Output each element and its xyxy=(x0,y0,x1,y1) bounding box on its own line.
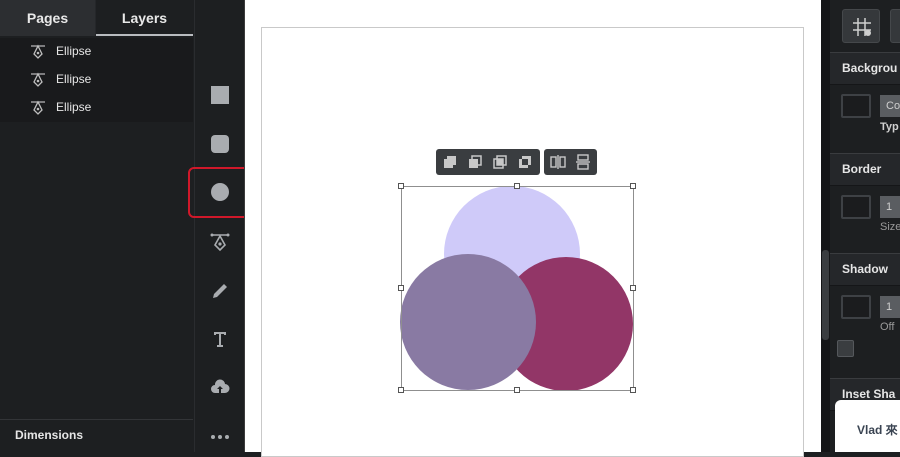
shadow-offset-label: Off xyxy=(880,321,895,333)
section-inset-shadow-title: Inset Sha xyxy=(842,387,896,401)
scrollbar-thumb[interactable] xyxy=(822,250,829,340)
resize-handle[interactable] xyxy=(514,183,520,189)
section-background[interactable]: Backgrou xyxy=(830,52,900,85)
shadow-checkbox[interactable] xyxy=(837,340,854,357)
flip-toolbar xyxy=(544,149,597,175)
ellipse-shape[interactable] xyxy=(400,254,536,390)
subtract-icon[interactable] xyxy=(466,153,484,171)
notification-toast[interactable]: Vlad 來 xyxy=(835,400,900,452)
border-size-label: Size xyxy=(880,221,900,233)
border-size-field[interactable]: 1 xyxy=(880,196,900,218)
resize-handle[interactable] xyxy=(398,183,404,189)
background-color-swatch[interactable] xyxy=(841,94,871,118)
section-border-title: Border xyxy=(842,162,882,176)
union-icon[interactable] xyxy=(441,153,459,171)
background-type-label: Typ xyxy=(880,121,899,133)
shape-layer xyxy=(400,186,634,391)
shadow-offset-field[interactable]: 1 xyxy=(880,296,900,318)
resize-handle[interactable] xyxy=(398,387,404,393)
panel-button[interactable] xyxy=(890,9,900,43)
exclude-icon[interactable] xyxy=(516,153,534,171)
toast-text: Vlad 來 xyxy=(857,423,898,437)
resize-handle[interactable] xyxy=(514,387,520,393)
flip-horizontal-icon[interactable] xyxy=(549,153,567,171)
grid-toggle-button[interactable] xyxy=(842,9,880,43)
resize-handle[interactable] xyxy=(630,183,636,189)
section-background-title: Backgrou xyxy=(842,61,898,75)
section-border[interactable]: Border xyxy=(830,153,900,186)
canvas-scrollbar[interactable] xyxy=(821,0,830,452)
flip-vertical-icon[interactable] xyxy=(574,153,592,171)
resize-handle[interactable] xyxy=(630,387,636,393)
intersect-icon[interactable] xyxy=(491,153,509,171)
background-type-button[interactable]: Co xyxy=(880,95,900,117)
section-shadow[interactable]: Shadow xyxy=(830,253,900,286)
grid-icon xyxy=(853,18,871,36)
section-shadow-title: Shadow xyxy=(842,262,889,276)
boolean-ops-toolbar xyxy=(436,149,540,175)
resize-handle[interactable] xyxy=(630,285,636,291)
border-color-swatch[interactable] xyxy=(841,195,871,219)
shadow-color-swatch[interactable] xyxy=(841,295,871,319)
resize-handle[interactable] xyxy=(398,285,404,291)
